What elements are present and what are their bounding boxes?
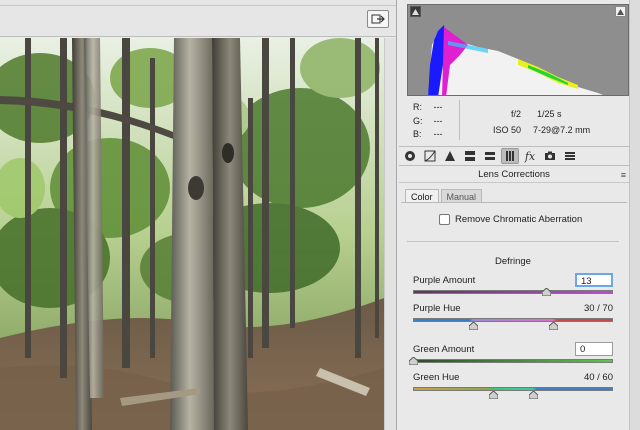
purple-amount-thumb[interactable] <box>542 288 551 296</box>
green-amount-input[interactable]: 0 <box>575 342 613 356</box>
purple-hue-high-thumb[interactable] <box>549 322 558 330</box>
hsl-tab[interactable] <box>461 148 479 164</box>
green-hue-high-thumb[interactable] <box>529 391 538 399</box>
split-toning-icon <box>485 152 495 160</box>
tab-manual[interactable]: Manual <box>440 189 483 203</box>
hsl-icon <box>465 151 475 161</box>
purple-hue-slider[interactable] <box>413 318 613 322</box>
purple-amount-slider[interactable] <box>413 290 613 294</box>
b-label: B: <box>413 129 422 139</box>
b-readout: B: --- <box>413 129 463 139</box>
r-readout: R: --- <box>413 102 463 112</box>
presets-tab[interactable] <box>561 148 579 164</box>
purple-hue-value: 30 / 70 <box>583 303 613 314</box>
basic-tab[interactable] <box>401 148 419 164</box>
fx-icon: fx <box>524 149 536 163</box>
triangle-up-icon <box>617 9 624 15</box>
focal-value: 7-29@7.2 mm <box>533 125 591 135</box>
lens-corrections-tab[interactable] <box>501 148 519 164</box>
green-amount-slider[interactable] <box>413 359 613 363</box>
detail-tab[interactable] <box>441 148 459 164</box>
highlight-clipping-toggle[interactable] <box>615 6 626 17</box>
lens-corrections-icon <box>506 151 514 161</box>
panel-tabs-toolbar: fx <box>399 146 629 166</box>
green-hue-label: Green Hue <box>413 372 460 383</box>
green-hue-low-thumb[interactable] <box>489 391 498 399</box>
green-hue-slider[interactable] <box>413 387 613 391</box>
image-preview[interactable] <box>0 38 384 430</box>
image-top-bar <box>0 0 396 37</box>
tone-curve-tab[interactable] <box>421 148 439 164</box>
shadow-clipping-toggle[interactable] <box>410 6 421 17</box>
section-header: Lens Corrections ≡ <box>399 167 629 183</box>
defringe-title: Defringe <box>495 256 531 267</box>
pixel-readout: R: --- G: --- B: --- f/2 1/25 s ISO 50 7… <box>407 98 629 144</box>
r-value: --- <box>433 102 443 112</box>
adjustments-panel: R: --- G: --- B: --- f/2 1/25 s ISO 50 7… <box>396 0 640 430</box>
camera-calibration-icon <box>545 151 555 160</box>
purple-hue-low-thumb[interactable] <box>469 322 478 330</box>
panel-scrollbar[interactable] <box>629 0 640 430</box>
camera-calibration-tab[interactable] <box>541 148 559 164</box>
readout-divider <box>459 100 460 140</box>
forest-photo <box>0 38 384 430</box>
basic-icon <box>405 151 415 161</box>
open-image-button[interactable] <box>367 10 389 28</box>
iso-value: ISO 50 <box>493 125 522 135</box>
lens-tabs: Color Manual <box>405 189 483 203</box>
tab-content <box>401 202 627 430</box>
g-value: --- <box>433 116 443 126</box>
effects-tab[interactable]: fx <box>521 148 539 164</box>
tab-color[interactable]: Color <box>405 189 439 203</box>
purple-amount-input[interactable]: 13 <box>575 273 613 287</box>
aperture-value: f/2 <box>511 109 522 119</box>
chromatic-aberration-option[interactable]: Remove Chromatic Aberration <box>439 214 582 225</box>
green-amount-label: Green Amount <box>413 344 475 355</box>
purple-hue-label: Purple Hue <box>413 303 461 314</box>
shutter-value: 1/25 s <box>537 109 562 119</box>
chromatic-aberration-checkbox[interactable] <box>439 214 450 225</box>
chromatic-aberration-label: Remove Chromatic Aberration <box>455 214 583 225</box>
section-title: Lens Corrections <box>478 169 550 180</box>
b-value: --- <box>433 129 443 139</box>
preview-scroll-strip[interactable] <box>384 38 396 430</box>
histogram <box>407 4 629 96</box>
purple-amount-label: Purple Amount <box>413 275 476 286</box>
export-icon <box>371 14 385 24</box>
green-hue-value: 40 / 60 <box>583 372 613 383</box>
split-toning-tab[interactable] <box>481 148 499 164</box>
presets-icon <box>565 152 575 160</box>
g-label: G: <box>413 116 423 126</box>
section-divider <box>407 241 619 242</box>
green-amount-thumb[interactable] <box>409 357 418 365</box>
section-menu-icon[interactable]: ≡ <box>621 170 626 180</box>
histogram-graph <box>428 25 603 95</box>
r-label: R: <box>413 102 422 112</box>
g-readout: G: --- <box>413 116 463 126</box>
tone-curve-icon <box>424 150 436 162</box>
triangle-up-icon <box>412 9 419 15</box>
top-divider <box>0 5 396 6</box>
detail-icon <box>445 151 455 161</box>
